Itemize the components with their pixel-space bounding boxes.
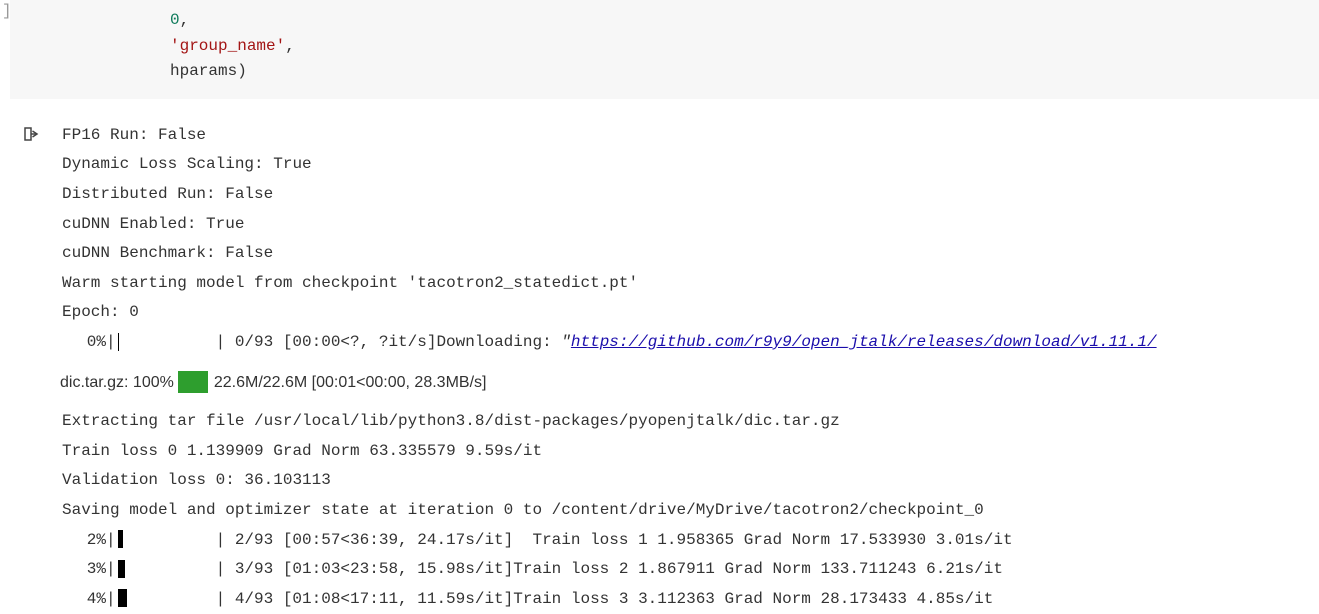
output-indicator[interactable]: [0, 111, 44, 143]
out-cudnn-en: cuDNN Enabled: True: [62, 210, 1319, 240]
output-arrow-icon: [22, 125, 40, 143]
code-line-2: 'group_name',: [10, 34, 1319, 60]
tqdm-pct-4: 4%: [62, 585, 106, 614]
download-url-link[interactable]: https://github.com/r9y9/open_jtalk/relea…: [571, 333, 1157, 351]
tqdm-fill-4: [118, 589, 127, 607]
out-extract: Extracting tar file /usr/local/lib/pytho…: [62, 407, 1319, 437]
tqdm-row-0: 0%|| 0/93 [00:00<?, ?it/s]Downloading: "…: [62, 328, 1319, 358]
tqdm-pct-3: 3%: [62, 555, 106, 585]
tqdm-fill-2: [118, 530, 123, 548]
out-cudnn-bm: cuDNN Benchmark: False: [62, 239, 1319, 269]
code-line-1: 0,: [10, 8, 1319, 34]
tqdm-dl-label: Downloading:: [436, 333, 561, 351]
code-comma-2: ,: [285, 37, 295, 55]
tqdm-stats-0: | 0/93 [00:00<?, ?it/s]: [216, 333, 437, 351]
out-valloss0: Validation loss 0: 36.103113: [62, 466, 1319, 496]
code-ident-hparams: hparams): [170, 62, 247, 80]
tqdm-fill-0: [118, 333, 119, 351]
tqdm-stats-2: | 2/93 [00:57<36:39, 24.17s/it] Train lo…: [216, 531, 1013, 549]
tqdm-row-2: 2%|| 2/93 [00:57<36:39, 24.17s/it] Train…: [62, 526, 1319, 556]
out-warm-start: Warm starting model from checkpoint 'tac…: [62, 269, 1319, 299]
code-line-3: hparams): [10, 59, 1319, 85]
tqdm-pct-2: 2%: [62, 526, 106, 556]
tqdm-stats-3: | 3/93 [01:03<23:58, 15.98s/it]Train los…: [216, 560, 1003, 578]
out-trainloss0: Train loss 0 1.139909 Grad Norm 63.33557…: [62, 437, 1319, 467]
output-text: FP16 Run: False Dynamic Loss Scaling: Tr…: [44, 111, 1319, 614]
tqdm-fill-3: [118, 560, 125, 578]
tqdm-pct-0: 0%: [62, 328, 106, 358]
code-string-groupname: 'group_name': [170, 37, 285, 55]
code-comma-1: ,: [180, 11, 190, 29]
tqdm-bar-2: [118, 530, 214, 548]
tqdm-bar-0: [118, 333, 214, 351]
download-progress-row: dic.tar.gz: 100% 22.6M/22.6M [00:01<00:0…: [60, 368, 1319, 398]
download-stats: 22.6M/22.6M [00:01<00:00, 28.3MB/s]: [214, 368, 487, 398]
download-label: dic.tar.gz: 100%: [60, 368, 174, 398]
out-dist: Distributed Run: False: [62, 180, 1319, 210]
download-bar-full: [178, 371, 208, 393]
out-dls: Dynamic Loss Scaling: True: [62, 150, 1319, 180]
tqdm-bar-3: [118, 560, 214, 578]
edge-bracket-glyph: ]: [0, 0, 14, 22]
tqdm-stats-4: | 4/93 [01:08<17:11, 11.59s/it]Train los…: [216, 590, 994, 608]
output-block: FP16 Run: False Dynamic Loss Scaling: Tr…: [0, 111, 1319, 614]
out-saving: Saving model and optimizer state at iter…: [62, 496, 1319, 526]
tqdm-dl-quote: ": [561, 333, 571, 351]
code-cell[interactable]: 0, 'group_name', hparams): [10, 0, 1319, 99]
tqdm-row-4: 4%|| 4/93 [01:08<17:11, 11.59s/it]Train …: [62, 585, 1319, 614]
code-literal-zero: 0: [170, 11, 180, 29]
out-epoch: Epoch: 0: [62, 298, 1319, 328]
tqdm-bar-4: [118, 589, 214, 607]
tqdm-row-3: 3%|| 3/93 [01:03<23:58, 15.98s/it]Train …: [62, 555, 1319, 585]
out-fp16: FP16 Run: False: [62, 121, 1319, 151]
